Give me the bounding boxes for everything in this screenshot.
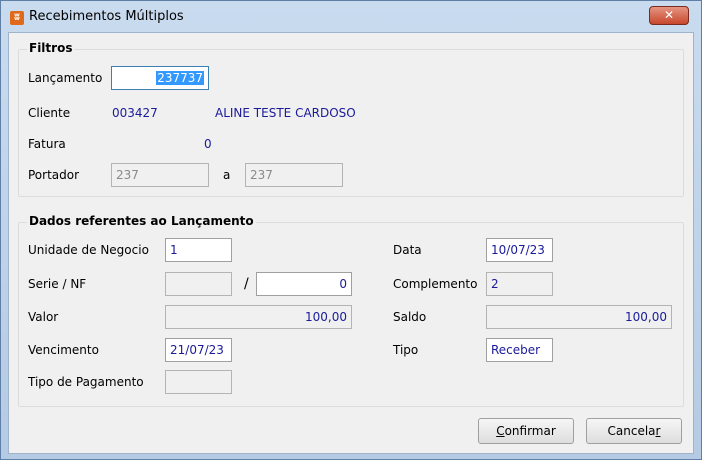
complemento-input[interactable]: 2	[486, 272, 553, 296]
window-title: Recebimentos Múltiplos	[29, 9, 184, 24]
vencimento-label: Vencimento	[28, 343, 99, 357]
valor-input[interactable]: 100,00	[165, 305, 352, 329]
cancelar-accel: r	[655, 424, 661, 438]
confirmar-label: onfirmar	[504, 424, 556, 438]
tipo-input[interactable]: Receber	[486, 338, 553, 362]
data-input[interactable]: 10/07/23	[486, 238, 553, 262]
tipo-label: Tipo	[393, 343, 419, 357]
tipo-pagamento-input[interactable]	[165, 370, 232, 394]
unidade-label: Unidade de Negocio	[28, 243, 149, 257]
nf-input[interactable]: 0	[256, 272, 352, 296]
cliente-nome: ALINE TESTE CARDOSO	[215, 106, 356, 120]
cliente-label: Cliente	[28, 106, 71, 120]
filtros-title: Filtros	[27, 41, 75, 55]
app-icon: ʬ	[10, 11, 24, 25]
complemento-label: Complemento	[393, 277, 478, 291]
title-bar[interactable]: ʬ Recebimentos Múltiplos ✕	[1, 1, 701, 33]
saldo-label: Saldo	[393, 310, 427, 324]
close-button[interactable]: ✕	[649, 6, 689, 25]
saldo-input[interactable]: 100,00	[486, 305, 672, 329]
serie-separator: /	[244, 276, 249, 292]
lancamento-value: 237737	[156, 71, 204, 85]
vencimento-input[interactable]: 21/07/23	[165, 338, 232, 362]
serie-input[interactable]	[165, 272, 232, 296]
fatura-label: Fatura	[28, 137, 66, 151]
portador-de-input[interactable]: 237	[111, 163, 209, 187]
portador-label: Portador	[28, 168, 80, 182]
portador-ate-input[interactable]: 237	[245, 163, 343, 187]
confirmar-accel: C	[496, 424, 505, 438]
cancelar-button[interactable]: Cancelar	[586, 418, 682, 444]
lancamento-input[interactable]: 237737	[111, 66, 209, 90]
cancelar-label: Cancela	[607, 424, 656, 438]
dialog-body: Filtros Lançamento 237737 Cliente 003427…	[8, 32, 694, 454]
fatura-value: 0	[204, 137, 212, 151]
dados-title: Dados referentes ao Lançamento	[27, 214, 256, 228]
portador-separator: a	[223, 168, 231, 182]
dialog-window: ʬ Recebimentos Múltiplos ✕ Filtros Lança…	[0, 0, 702, 460]
lancamento-label: Lançamento	[28, 71, 103, 85]
filtros-group: Filtros Lançamento 237737 Cliente 003427…	[18, 41, 684, 197]
cliente-codigo: 003427	[112, 106, 158, 120]
valor-label: Valor	[28, 310, 59, 324]
serie-label: Serie / NF	[28, 277, 87, 291]
confirmar-button[interactable]: Confirmar	[478, 418, 574, 444]
data-label: Data	[393, 243, 422, 257]
dados-group: Dados referentes ao Lançamento Unidade d…	[18, 214, 684, 407]
tipo-pagamento-label: Tipo de Pagamento	[28, 375, 144, 389]
unidade-input[interactable]: 1	[165, 238, 232, 262]
